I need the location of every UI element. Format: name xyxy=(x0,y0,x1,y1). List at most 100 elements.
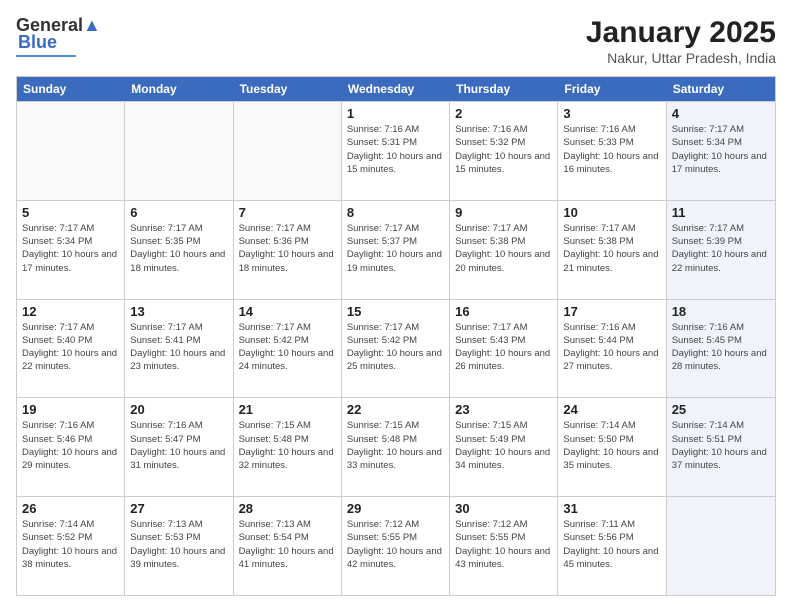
day-number: 11 xyxy=(672,205,770,220)
day-info: Sunrise: 7:17 AM Sunset: 5:39 PM Dayligh… xyxy=(672,222,770,275)
calendar-cell: 8 Sunrise: 7:17 AM Sunset: 5:37 PM Daylig… xyxy=(342,201,450,299)
calendar-cell: 12Sunrise: 7:17 AM Sunset: 5:40 PM Dayli… xyxy=(17,300,125,398)
calendar-week-1: 1 Sunrise: 7:16 AM Sunset: 5:31 PM Daylig… xyxy=(17,101,775,200)
day-info: Sunrise: 7:17 AM Sunset: 5:38 PM Dayligh… xyxy=(455,222,552,275)
calendar-body: 1 Sunrise: 7:16 AM Sunset: 5:31 PM Daylig… xyxy=(17,101,775,595)
calendar-cell: 6Sunrise: 7:17 AM Sunset: 5:35 PM Daylig… xyxy=(125,201,233,299)
day-number: 15 xyxy=(347,304,444,319)
day-info: Sunrise: 7:12 AM Sunset: 5:55 PM Dayligh… xyxy=(455,518,552,571)
calendar-cell: 26 Sunrise: 7:14 AM Sunset: 5:52 PM Dayli… xyxy=(17,497,125,595)
day-number: 10 xyxy=(563,205,660,220)
calendar-cell: 29 Sunrise: 7:12 AM Sunset: 5:55 PM Dayli… xyxy=(342,497,450,595)
header-day-sunday: Sunday xyxy=(17,77,125,101)
calendar-cell: 23 Sunrise: 7:15 AM Sunset: 5:49 PM Dayli… xyxy=(450,398,558,496)
calendar-cell: 18 Sunrise: 7:16 AM Sunset: 5:45 PM Dayli… xyxy=(667,300,775,398)
day-number: 24 xyxy=(563,402,660,417)
day-number: 14 xyxy=(239,304,336,319)
day-number: 23 xyxy=(455,402,552,417)
day-number: 30 xyxy=(455,501,552,516)
calendar-cell: 16Sunrise: 7:17 AM Sunset: 5:43 PM Dayli… xyxy=(450,300,558,398)
day-number: 13 xyxy=(130,304,227,319)
day-number: 21 xyxy=(239,402,336,417)
day-number: 26 xyxy=(22,501,119,516)
calendar-cell: 25 Sunrise: 7:14 AM Sunset: 5:51 PM Dayli… xyxy=(667,398,775,496)
day-info: Sunrise: 7:16 AM Sunset: 5:33 PM Dayligh… xyxy=(563,123,660,176)
day-info: Sunrise: 7:16 AM Sunset: 5:31 PM Dayligh… xyxy=(347,123,444,176)
calendar-week-5: 26 Sunrise: 7:14 AM Sunset: 5:52 PM Dayli… xyxy=(17,496,775,595)
day-number: 20 xyxy=(130,402,227,417)
day-info: Sunrise: 7:17 AM Sunset: 5:38 PM Dayligh… xyxy=(563,222,660,275)
calendar-cell: 7Sunrise: 7:17 AM Sunset: 5:36 PM Daylig… xyxy=(234,201,342,299)
month-title: January 2025 xyxy=(586,16,776,50)
day-number: 1 xyxy=(347,106,444,121)
day-info: Sunrise: 7:17 AM Sunset: 5:34 PM Dayligh… xyxy=(22,222,119,275)
header-day-tuesday: Tuesday xyxy=(234,77,342,101)
day-info: Sunrise: 7:14 AM Sunset: 5:50 PM Dayligh… xyxy=(563,419,660,472)
day-number: 4 xyxy=(672,106,770,121)
day-info: Sunrise: 7:16 AM Sunset: 5:45 PM Dayligh… xyxy=(672,321,770,374)
calendar-cell: 19 Sunrise: 7:16 AM Sunset: 5:46 PM Dayli… xyxy=(17,398,125,496)
day-info: Sunrise: 7:14 AM Sunset: 5:51 PM Dayligh… xyxy=(672,419,770,472)
calendar-week-4: 19 Sunrise: 7:16 AM Sunset: 5:46 PM Dayli… xyxy=(17,397,775,496)
calendar-week-3: 12Sunrise: 7:17 AM Sunset: 5:40 PM Dayli… xyxy=(17,299,775,398)
calendar-cell: 3 Sunrise: 7:16 AM Sunset: 5:33 PM Daylig… xyxy=(558,102,666,200)
day-info: Sunrise: 7:16 AM Sunset: 5:47 PM Dayligh… xyxy=(130,419,227,472)
day-number: 7 xyxy=(239,205,336,220)
day-number: 31 xyxy=(563,501,660,516)
day-info: Sunrise: 7:12 AM Sunset: 5:55 PM Dayligh… xyxy=(347,518,444,571)
day-number: 5 xyxy=(22,205,119,220)
header-day-wednesday: Wednesday xyxy=(342,77,450,101)
calendar-week-2: 5 Sunrise: 7:17 AM Sunset: 5:34 PM Daylig… xyxy=(17,200,775,299)
day-number: 17 xyxy=(563,304,660,319)
page: General▲ Blue January 2025 Nakur, Uttar … xyxy=(0,0,792,612)
calendar-cell: 15 Sunrise: 7:17 AM Sunset: 5:42 PM Dayli… xyxy=(342,300,450,398)
day-number: 2 xyxy=(455,106,552,121)
day-info: Sunrise: 7:15 AM Sunset: 5:49 PM Dayligh… xyxy=(455,419,552,472)
day-info: Sunrise: 7:15 AM Sunset: 5:48 PM Dayligh… xyxy=(347,419,444,472)
calendar-cell: 17 Sunrise: 7:16 AM Sunset: 5:44 PM Dayli… xyxy=(558,300,666,398)
calendar-cell: 13 Sunrise: 7:17 AM Sunset: 5:41 PM Dayli… xyxy=(125,300,233,398)
day-info: Sunrise: 7:17 AM Sunset: 5:41 PM Dayligh… xyxy=(130,321,227,374)
header-day-friday: Friday xyxy=(558,77,666,101)
calendar-cell: 11 Sunrise: 7:17 AM Sunset: 5:39 PM Dayli… xyxy=(667,201,775,299)
calendar-cell: 2 Sunrise: 7:16 AM Sunset: 5:32 PM Daylig… xyxy=(450,102,558,200)
calendar-cell: 27 Sunrise: 7:13 AM Sunset: 5:53 PM Dayli… xyxy=(125,497,233,595)
calendar-cell: 28Sunrise: 7:13 AM Sunset: 5:54 PM Dayli… xyxy=(234,497,342,595)
day-info: Sunrise: 7:16 AM Sunset: 5:46 PM Dayligh… xyxy=(22,419,119,472)
location: Nakur, Uttar Pradesh, India xyxy=(586,50,776,66)
day-info: Sunrise: 7:16 AM Sunset: 5:32 PM Dayligh… xyxy=(455,123,552,176)
logo-line xyxy=(16,55,76,57)
header-day-thursday: Thursday xyxy=(450,77,558,101)
day-info: Sunrise: 7:11 AM Sunset: 5:56 PM Dayligh… xyxy=(563,518,660,571)
calendar-cell xyxy=(667,497,775,595)
day-number: 19 xyxy=(22,402,119,417)
day-info: Sunrise: 7:14 AM Sunset: 5:52 PM Dayligh… xyxy=(22,518,119,571)
calendar-cell: 5 Sunrise: 7:17 AM Sunset: 5:34 PM Daylig… xyxy=(17,201,125,299)
calendar-cell: 10 Sunrise: 7:17 AM Sunset: 5:38 PM Dayli… xyxy=(558,201,666,299)
day-number: 6 xyxy=(130,205,227,220)
day-number: 28 xyxy=(239,501,336,516)
day-number: 29 xyxy=(347,501,444,516)
title-area: January 2025 Nakur, Uttar Pradesh, India xyxy=(586,16,776,66)
logo-blue: Blue xyxy=(18,32,57,53)
day-info: Sunrise: 7:17 AM Sunset: 5:37 PM Dayligh… xyxy=(347,222,444,275)
calendar-cell: 1 Sunrise: 7:16 AM Sunset: 5:31 PM Daylig… xyxy=(342,102,450,200)
day-info: Sunrise: 7:15 AM Sunset: 5:48 PM Dayligh… xyxy=(239,419,336,472)
calendar-cell: 30 Sunrise: 7:12 AM Sunset: 5:55 PM Dayli… xyxy=(450,497,558,595)
day-info: Sunrise: 7:13 AM Sunset: 5:53 PM Dayligh… xyxy=(130,518,227,571)
calendar-cell xyxy=(17,102,125,200)
day-number: 3 xyxy=(563,106,660,121)
day-number: 27 xyxy=(130,501,227,516)
day-number: 25 xyxy=(672,402,770,417)
calendar-cell: 14Sunrise: 7:17 AM Sunset: 5:42 PM Dayli… xyxy=(234,300,342,398)
calendar-cell: 21 Sunrise: 7:15 AM Sunset: 5:48 PM Dayli… xyxy=(234,398,342,496)
day-number: 8 xyxy=(347,205,444,220)
day-info: Sunrise: 7:17 AM Sunset: 5:42 PM Dayligh… xyxy=(347,321,444,374)
day-info: Sunrise: 7:17 AM Sunset: 5:34 PM Dayligh… xyxy=(672,123,770,176)
day-info: Sunrise: 7:16 AM Sunset: 5:44 PM Dayligh… xyxy=(563,321,660,374)
day-number: 18 xyxy=(672,304,770,319)
calendar-cell: 4 Sunrise: 7:17 AM Sunset: 5:34 PM Daylig… xyxy=(667,102,775,200)
calendar-cell: 9Sunrise: 7:17 AM Sunset: 5:38 PM Daylig… xyxy=(450,201,558,299)
header: General▲ Blue January 2025 Nakur, Uttar … xyxy=(16,16,776,66)
calendar-cell: 24 Sunrise: 7:14 AM Sunset: 5:50 PM Dayli… xyxy=(558,398,666,496)
